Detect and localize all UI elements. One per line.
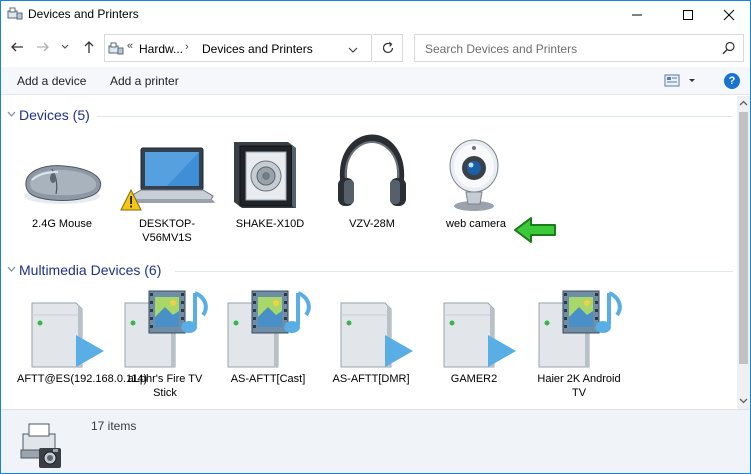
group-divider [97,116,733,117]
group-title-multimedia: Multimedia Devices (6) [19,262,162,278]
media-item-aftt-es[interactable]: AFTT@ES(192.168.0.114) [12,289,148,407]
close-button[interactable] [706,1,750,29]
webcam-icon [426,134,526,214]
maximize-icon [683,10,693,20]
command-bar: Add a device Add a printer ? [1,67,750,95]
maximize-button[interactable] [665,1,711,29]
change-view-button[interactable] [664,73,698,89]
device-label: VZV-28M [349,218,395,230]
details-pane: 17 items [1,409,750,473]
address-history-button[interactable] [348,43,358,57]
speaker-icon [220,134,320,214]
media-server-play-icon [424,289,524,369]
chevron-down-icon [7,111,16,117]
device-item-speaker[interactable]: SHAKE-X10D [220,134,320,244]
forward-arrow-icon [37,42,49,52]
breadcrumb-devices-printers[interactable]: Devices and Printers [202,42,313,56]
recent-locations-button[interactable] [58,37,72,57]
headphones-icon [322,134,422,214]
media-server-play-icon [12,289,112,369]
mouse-icon [12,134,112,214]
scroll-thumb[interactable] [739,112,748,364]
search-input[interactable]: Search Devices and Printers [425,42,577,56]
device-item-desktop[interactable]: DESKTOP-V56MV1S [117,134,217,254]
breadcrumb-overflow[interactable]: « [127,40,133,52]
device-label: web camera [446,218,506,230]
add-printer-button[interactable]: Add a printer [110,74,179,88]
media-label: AS-AFTT[DMR] [332,373,410,385]
device-label: SHAKE-X10D [235,218,305,230]
group-header-multimedia[interactable]: Multimedia Devices (6) [5,261,733,281]
media-item-gamer2[interactable]: GAMER2 [424,289,524,399]
title-bar[interactable]: Devices and Printers [1,1,750,29]
media-renderer-icon [115,289,215,369]
search-box[interactable]: Search Devices and Printers [414,34,744,62]
media-label: AS-AFTT[Cast] [230,373,306,385]
media-label: Haier 2K Android TV [537,373,621,399]
add-device-button[interactable]: Add a device [17,74,86,88]
chevron-down-icon [348,47,358,53]
device-item-web-camera[interactable]: web camera [426,134,526,244]
refresh-button[interactable] [373,34,403,62]
up-arrow-icon [84,41,94,53]
device-label: DESKTOP-V56MV1S [138,218,196,244]
window-title: Devices and Printers [28,7,139,21]
laptop-warning-icon [117,134,217,214]
group-divider [175,271,733,272]
device-label: 2.4G Mouse [32,218,92,230]
devices-list-pane: Devices (5) 2.4G Mouse DESKTOP-V56MV1S S… [1,96,737,409]
vertical-scrollbar[interactable] [737,96,750,409]
view-options-icon [664,74,695,87]
back-button[interactable] [7,37,27,57]
media-label: AFTT@ES(192.168.0.114) [17,373,148,385]
navigation-bar: « Hardw... › Devices and Printers Search… [1,31,750,63]
devices-and-printers-window: Devices and Printers « Hardw... › Device… [0,0,751,474]
green-arrow-icon [513,215,557,245]
media-item-as-aftt-cast[interactable]: AS-AFTT[Cast] [218,289,318,399]
media-renderer-icon [529,289,629,369]
item-count: 17 items [91,419,137,433]
close-icon [723,9,735,21]
media-server-play-icon [321,289,421,369]
search-icon[interactable] [722,41,736,58]
address-bar[interactable]: « Hardw... › Devices and Printers [104,34,372,62]
chevron-down-icon [61,44,69,49]
group-title-devices: Devices (5) [19,107,90,123]
back-arrow-icon [11,42,23,52]
group-header-devices[interactable]: Devices (5) [5,106,733,126]
control-panel-icon [108,41,124,57]
up-button[interactable] [79,37,99,57]
media-item-haier-tv[interactable]: Haier 2K Android TV [529,289,629,407]
breadcrumb-hardware[interactable]: Hardw... [139,42,183,56]
devices-printers-icon [7,6,23,22]
minimize-icon [632,14,642,16]
media-label: GAMER2 [450,373,498,385]
scroll-down-icon[interactable] [739,396,748,405]
scroll-up-icon[interactable] [739,99,748,108]
media-renderer-icon [218,289,318,369]
media-item-as-aftt-dmr[interactable]: AS-AFTT[DMR] [321,289,421,399]
media-label: aLphr's Fire TV Stick [127,373,203,399]
device-item-headphones[interactable]: VZV-28M [322,134,422,244]
chevron-down-icon [7,266,16,272]
media-item-fire-tv-stick[interactable]: aLphr's Fire TV Stick [115,289,215,407]
device-item-mouse[interactable]: 2.4G Mouse [12,134,112,244]
refresh-icon [382,41,393,54]
minimize-button[interactable] [614,1,660,29]
devices-printers-large-icon [19,420,67,472]
help-button[interactable]: ? [724,73,740,89]
breadcrumb-separator-icon[interactable]: › [185,41,189,53]
forward-button[interactable] [33,37,53,57]
